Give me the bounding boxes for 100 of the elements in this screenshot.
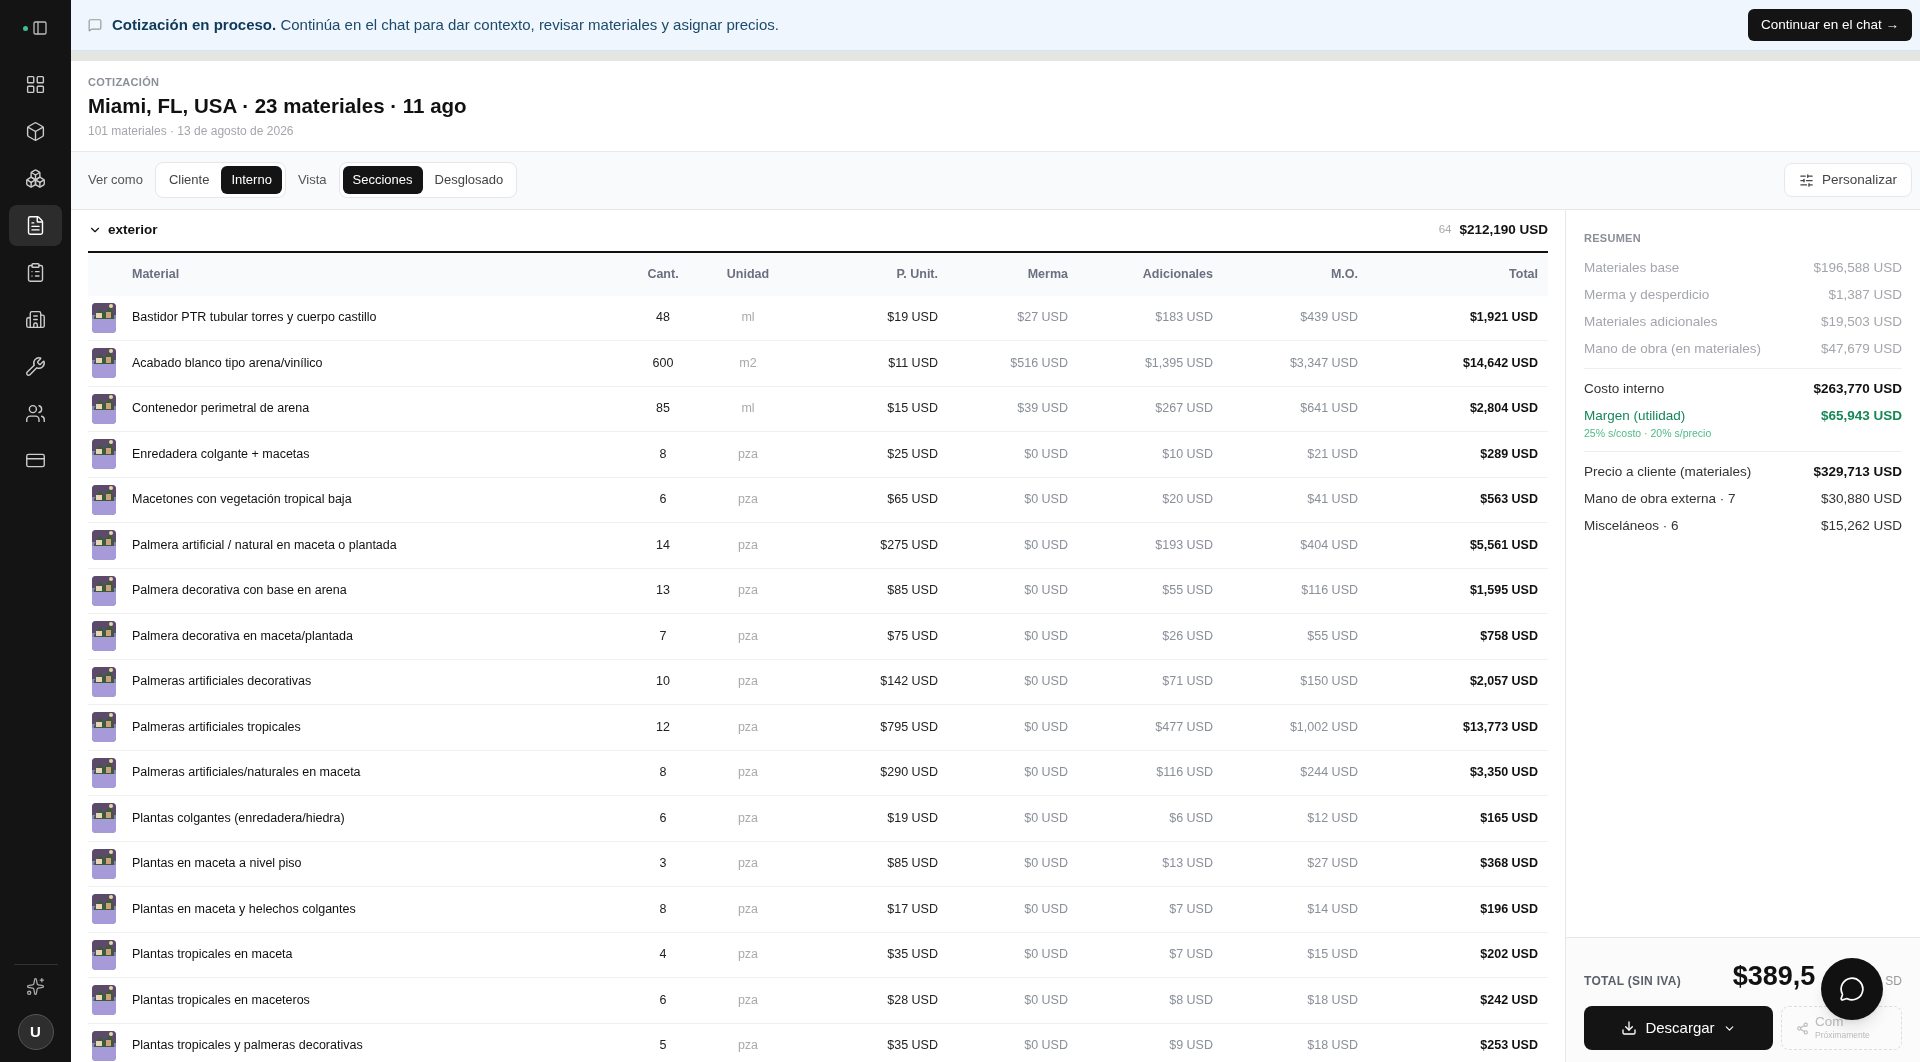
chat-bubble-icon <box>1839 975 1865 1002</box>
table-cell-text: pza <box>736 536 760 554</box>
table-cell-text: $85 USD <box>886 855 939 873</box>
table-cell-text: $202 USD <box>1479 946 1539 964</box>
table-cell-text: pza <box>736 946 760 964</box>
table-cell-text: $289 USD <box>1479 445 1539 463</box>
summary-label: Misceláneos · 6 <box>1584 516 1679 535</box>
table-cell-text: $165 USD <box>1479 809 1539 827</box>
table-cell-text: ml <box>740 400 756 418</box>
table-cell-text: $242 USD <box>1479 991 1539 1009</box>
table-cell-text: $0 USD <box>1023 491 1069 509</box>
table-cell-text: 13 <box>655 582 671 600</box>
summary-value: $65,943 USD <box>1820 407 1902 425</box>
grid-icon <box>25 74 46 95</box>
table-cell-text: $7 USD <box>1168 946 1214 964</box>
table-cell-text: m2 <box>738 354 758 372</box>
table-cell-text: 14 <box>655 536 671 554</box>
table-cell-text: Palmeras artificiales/naturales en maceta <box>132 764 362 782</box>
table-cell-text: $14 USD <box>1306 900 1359 918</box>
sparkles-icon[interactable] <box>26 977 45 996</box>
table-cell-text: $3,347 USD <box>1288 354 1359 372</box>
table-cell-text: pza <box>736 718 760 736</box>
table-cell-text: $404 USD <box>1299 536 1359 554</box>
table-cell-text: Palmera artificial / natural en maceta o plantada <box>132 536 398 554</box>
summary-label: Precio a cliente (materiales) <box>1584 462 1752 481</box>
table-cell-text: pza <box>736 809 760 827</box>
table-cell-text: pza <box>736 855 760 873</box>
download-button[interactable]: Descargar <box>1584 1006 1773 1050</box>
table-cell-text: $193 USD <box>1154 536 1214 554</box>
table-cell-text: $35 USD <box>886 1037 939 1055</box>
summary-value: $196,588 USD <box>1813 259 1902 277</box>
table-cell-text: $0 USD <box>1023 900 1069 918</box>
table-cell-text: $18 USD <box>1306 991 1359 1009</box>
table-cell-text: $14,642 USD <box>1461 354 1539 372</box>
table-cell-text: 10 <box>655 673 671 691</box>
panel-icon[interactable] <box>32 20 48 36</box>
table-cell-text: pza <box>736 764 760 782</box>
table-cell-text: 8 <box>658 900 668 918</box>
table-cell-text: $275 USD <box>879 536 939 554</box>
wrench-icon <box>25 356 46 377</box>
table-cell-text: Acabado blanco tipo arena/vinílico <box>132 354 324 372</box>
sidebar-item[interactable] <box>9 205 62 246</box>
summary-label: Materiales adicionales <box>1584 313 1718 331</box>
segment-option[interactable]: Interno <box>221 166 282 194</box>
segment-option[interactable]: Secciones <box>342 166 423 194</box>
table-cell-text: $17 USD <box>886 900 939 918</box>
toolbar-label: Vista <box>297 171 327 190</box>
table-cell-text: Contenedor perimetral de arena <box>132 400 311 418</box>
table-cell-text: $1,395 USD <box>1143 354 1214 372</box>
table-cell-text: $55 USD <box>1306 627 1359 645</box>
eyebrow-label: COTIZACIÓN <box>88 75 161 90</box>
table-cell-text: 12 <box>655 718 671 736</box>
table-cell-text: pza <box>736 627 760 645</box>
summary-value: $30,880 USD <box>1820 489 1902 508</box>
cubes-icon <box>25 168 46 189</box>
table-cell-text: $25 USD <box>886 445 939 463</box>
section-toggle[interactable]: exterior <box>88 219 158 241</box>
continue-chat-button[interactable]: Continuar en el chat → <box>1747 9 1912 41</box>
avatar[interactable]: U <box>17 1014 54 1050</box>
table-cell-text: $0 USD <box>1023 991 1069 1009</box>
total-value: $389,5 <box>1732 959 1816 993</box>
table-cell-text: $6 USD <box>1168 809 1214 827</box>
column-header: Merma <box>1026 265 1069 283</box>
segment-option[interactable]: Desglosado <box>424 166 514 194</box>
table-cell-text: $0 USD <box>1023 582 1069 600</box>
table-cell-text: $71 USD <box>1161 673 1214 691</box>
sliders-icon <box>1798 172 1814 188</box>
table-cell-text: $65 USD <box>886 491 939 509</box>
segment-option[interactable]: Cliente <box>158 166 220 194</box>
table-cell-text: Plantas tropicales en maceta <box>132 946 294 964</box>
table-cell-text: $12 USD <box>1306 809 1359 827</box>
summary-label: Mano de obra externa · 7 <box>1584 489 1736 508</box>
table-cell-text: $758 USD <box>1479 627 1539 645</box>
banner-text: Cotización en proceso. Continúa en el chat para dar contexto, revisar materiales y asignar precios. <box>112 14 779 35</box>
table-cell-text: $142 USD <box>879 673 939 691</box>
table-cell-text: pza <box>736 673 760 691</box>
table-cell-text: $28 USD <box>886 991 939 1009</box>
summary-value: $47,679 USD <box>1820 340 1902 358</box>
table-cell-text: 6 <box>658 491 668 509</box>
table-cell-text: 8 <box>658 445 668 463</box>
column-header: Adicionales <box>1141 265 1214 283</box>
table-cell-text: 6 <box>658 809 668 827</box>
table-cell-text: pza <box>736 900 760 918</box>
summary-title: RESUMEN <box>1584 230 1642 246</box>
table-cell-text: $9 USD <box>1168 1037 1214 1055</box>
table-cell-text: $290 USD <box>879 764 939 782</box>
table-cell-text: $0 USD <box>1023 1037 1069 1055</box>
table-cell-text: $19 USD <box>886 809 939 827</box>
table-cell-text: 48 <box>655 309 671 327</box>
customize-button[interactable]: Personalizar <box>1783 163 1912 197</box>
table-cell-text: $516 USD <box>1009 354 1069 372</box>
table-cell-text: $21 USD <box>1306 445 1359 463</box>
table-cell-text: $0 USD <box>1023 627 1069 645</box>
table-cell-text: 4 <box>658 946 668 964</box>
table-cell-text: 7 <box>658 627 668 645</box>
table-cell-text: Plantas en maceta y helechos colgantes <box>132 900 357 918</box>
table-cell-text: $10 USD <box>1161 445 1214 463</box>
table-cell-text: Enredadera colgante + macetas <box>132 445 311 463</box>
total-label: TOTAL (SIN IVA) <box>1584 972 1681 990</box>
table-cell-text: $55 USD <box>1161 582 1214 600</box>
